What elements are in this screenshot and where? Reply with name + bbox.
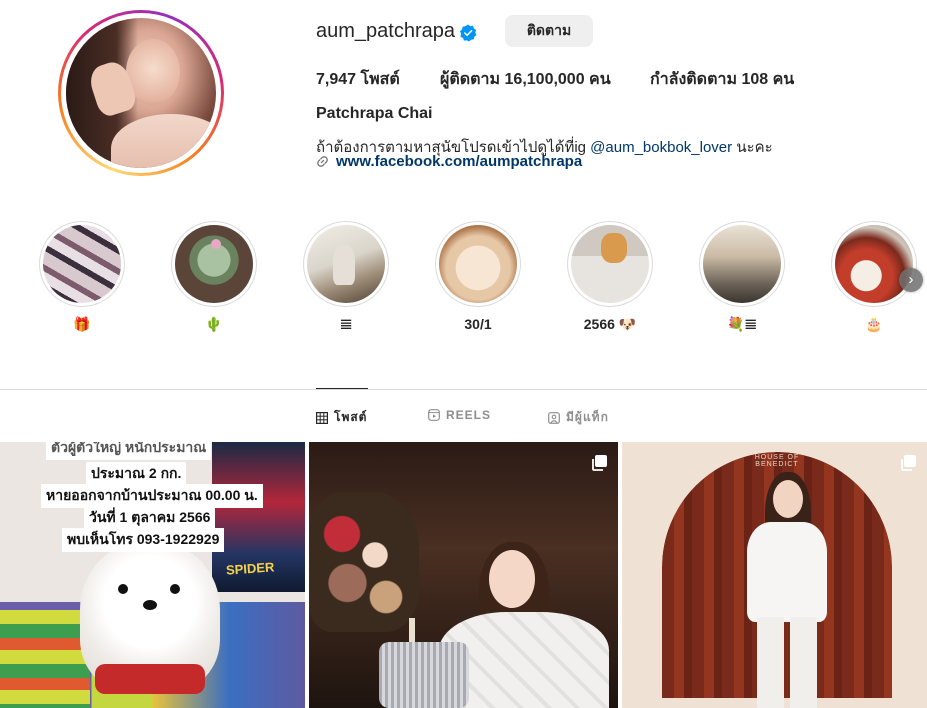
carousel-multi-icon [592,455,607,471]
post-thumbnail[interactable]: SPIDER ตัวผู้ตัวใหญ่ หนักประมาณ ประมาณ 2… [0,442,305,708]
post-overlay-text: วันที่ 1 ตุลาคม 2566 [84,506,216,530]
tab-tagged[interactable]: มีผู้แท็ก [548,408,609,427]
highlight-label: 💐𝌆 [727,316,757,332]
profile-external-link[interactable]: www.facebook.com/aumpatchrapa [316,153,582,170]
highlight-item[interactable]: 🎁 [39,221,125,334]
grid-icon [316,411,328,424]
avatar-photo [66,18,216,168]
woman-image [773,480,803,518]
post-overlay-text: หายออกจากบ้านประมาณ 00.00 น. [41,484,263,508]
tab-reels[interactable]: REELS [428,408,491,422]
active-tab-indicator [316,388,368,389]
profile-link-text: www.facebook.com/aumpatchrapa [336,153,583,170]
tab-posts-label: โพสต์ [334,410,368,424]
highlight-cover [835,225,913,303]
reels-icon [428,409,440,421]
woman-image [489,550,535,608]
highlight-item[interactable]: 🌵 [171,221,257,334]
link-icon [317,156,328,167]
highlight-label: 2566 🐶 [583,316,637,332]
flowers-image [309,492,419,632]
post-overlay-text: ประมาณ 2 กก. [86,462,187,486]
highlight-cover [307,225,385,303]
post-thumbnail[interactable] [309,442,618,708]
bio-suffix: นะคะ [732,139,773,156]
highlight-item[interactable]: 𝌆 [303,221,389,334]
following-count[interactable]: กำลังติดตาม 108 คน [650,67,794,92]
tab-reels-label: REELS [446,408,492,422]
profile-avatar[interactable] [58,10,224,176]
highlight-label: 30/1 [464,316,492,332]
follow-button[interactable]: ติดตาม [505,15,593,47]
highlight-label: 🎂 [865,316,883,332]
tab-posts[interactable]: โพสต์ [316,408,367,427]
post-banner-text: HOUSE OF BENEDICT [754,454,800,468]
post-overlay-text: พบเห็นโทร 093-1922929 [62,528,225,552]
highlight-cover [43,225,121,303]
bio-mention-link[interactable]: @aum_bokbok_lover [590,139,732,156]
tabs-divider [0,389,927,390]
verified-badge-icon [459,24,477,42]
posts-count: 7,947 โพสต์ [316,71,400,88]
post-overlay-text: ตัวผู้ตัวใหญ่ หนักประมาณ [46,442,212,460]
profile-username: aum_patchrapa [316,20,455,42]
highlight-item[interactable]: 30/1 [435,221,521,334]
tagged-icon [548,411,560,424]
tab-tagged-label: มีผู้แท็ก [566,410,609,424]
highlight-cover [703,225,781,303]
highlight-item[interactable]: 💐𝌆 [699,221,785,334]
highlight-cover [571,225,649,303]
highlight-label: 𝌆 [339,316,353,332]
highlight-label: 🌵 [205,316,223,332]
highlight-label: 🎁 [73,316,91,332]
highlight-cover [439,225,517,303]
profile-full-name: Patchrapa Chai [316,105,433,122]
highlight-cover [175,225,253,303]
highlight-item[interactable]: 2566 🐶 [567,221,653,334]
carousel-multi-icon [901,455,916,471]
post-thumbnail[interactable]: HOUSE OF BENEDICT [622,442,927,708]
highlights-next-chevron-icon[interactable]: › [899,268,923,292]
followers-count[interactable]: ผู้ติดตาม 16,100,000 คน [440,67,611,92]
handbag-image [379,642,469,708]
